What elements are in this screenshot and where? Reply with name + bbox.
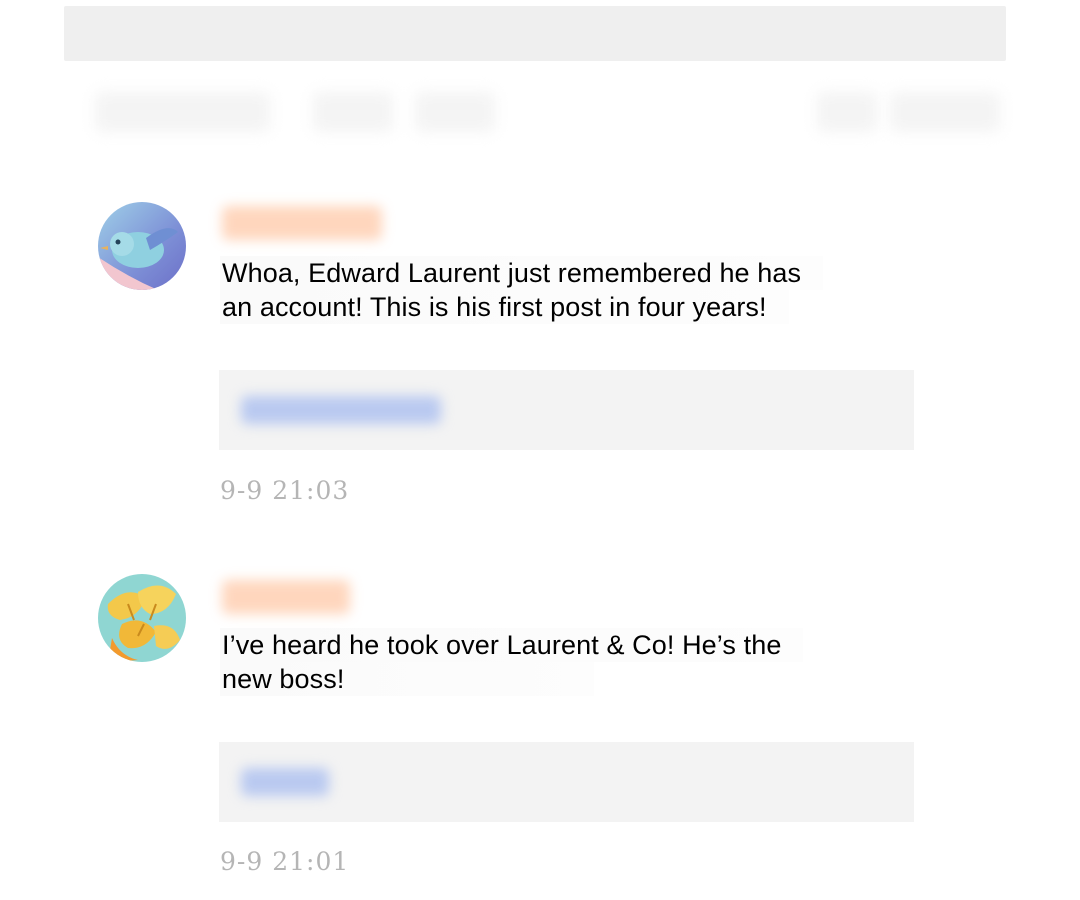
comment-line-1: I’ve heard he took over Laurent & Co! He… <box>220 628 804 662</box>
timestamp: 9-9 21:01 <box>220 847 350 876</box>
username-blurred[interactable] <box>222 206 382 240</box>
comment-line-1: Whoa, Edward Laurent just remembered he … <box>220 256 824 290</box>
reply-link-blurred[interactable] <box>241 768 329 796</box>
blurred-tab-row <box>95 88 1000 138</box>
top-search-bar[interactable] <box>64 6 1006 61</box>
comment-text: I’ve heard he took over Laurent & Co! He… <box>220 628 804 696</box>
reply-link-blurred[interactable] <box>241 396 441 424</box>
username-blurred[interactable] <box>222 580 350 614</box>
reply-preview-box[interactable] <box>219 370 914 450</box>
ginkgo-avatar-icon[interactable] <box>98 574 186 662</box>
tab-5[interactable] <box>890 92 1000 132</box>
tab-1[interactable] <box>95 92 270 132</box>
comment-line-2: new boss! <box>220 662 595 696</box>
ginkgo-avatar-icon <box>98 574 186 662</box>
reply-preview-box[interactable] <box>219 742 914 822</box>
timestamp: 9-9 21:03 <box>220 476 350 505</box>
tab-3[interactable] <box>415 92 495 132</box>
comment-line-2: an account! This is his first post in fo… <box>220 290 789 324</box>
bird-avatar-icon <box>98 202 186 290</box>
comment-text: Whoa, Edward Laurent just remembered he … <box>220 256 824 324</box>
tab-4[interactable] <box>817 92 877 132</box>
tab-2[interactable] <box>313 92 393 132</box>
bird-avatar-icon[interactable] <box>98 202 186 290</box>
